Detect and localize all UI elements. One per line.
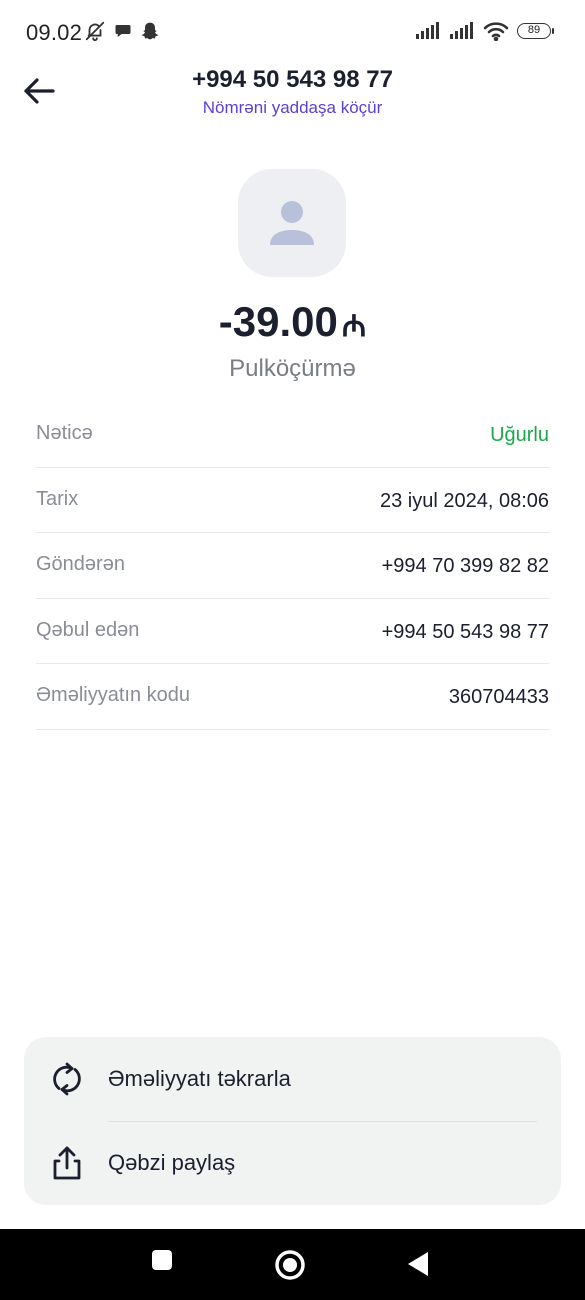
- contact-phone-title: +994 50 543 98 77: [192, 66, 393, 93]
- detail-label: Tarix: [36, 487, 79, 510]
- transaction-details: Nəticə Uğurlu Tarix 23 iyul 2024, 08:06 …: [36, 402, 549, 730]
- repeat-icon: [53, 1062, 81, 1096]
- detail-row-sender: Göndərən +994 70 399 82 82: [36, 533, 549, 599]
- recent-apps-button[interactable]: [151, 1249, 173, 1276]
- detail-label: Nəticə: [36, 422, 93, 444]
- detail-label: Əməliyyatın kodu: [36, 684, 191, 706]
- bell-off-icon: [85, 21, 105, 42]
- signal-icon: [416, 22, 439, 39]
- header: +994 50 543 98 77 Nömrəni yaddaşa köçür: [0, 64, 585, 134]
- user-icon: [270, 201, 314, 245]
- triangle-back-icon: [408, 1252, 428, 1276]
- home-circle-icon: [275, 1250, 305, 1280]
- actions-panel: Əməliyyatı təkrarla Qəbzi paylaş: [24, 1037, 561, 1205]
- detail-row-transaction-code: Əməliyyatın kodu 360704433: [36, 664, 549, 730]
- status-system-icons: 89: [415, 21, 554, 41]
- share-receipt-label: Qəbzi paylaş: [108, 1150, 236, 1175]
- detail-value: 360704433: [448, 686, 549, 708]
- wifi-icon: [483, 22, 509, 41]
- detail-label: Qəbul edən: [36, 618, 140, 641]
- detail-row-recipient: Qəbul edən +994 50 543 98 77: [36, 599, 549, 664]
- detail-value: +994 70 399 82 82: [381, 555, 549, 577]
- status-value: Uğurlu: [490, 424, 549, 446]
- detail-value: 23 iyul 2024, 08:06: [379, 489, 549, 512]
- transaction-amount: -39.00 ₼: [0, 298, 585, 346]
- system-navigation-bar: [0, 1229, 585, 1300]
- copy-number-link[interactable]: Nömrəni yaddaşa köçür: [0, 98, 585, 118]
- chat-bubble-icon: [115, 25, 131, 37]
- back-nav-button[interactable]: [406, 1251, 430, 1282]
- detail-row-date: Tarix 23 iyul 2024, 08:06: [36, 468, 549, 533]
- share-icon: [53, 1146, 81, 1180]
- home-button[interactable]: [274, 1249, 306, 1286]
- status-bar: 09.02 89: [0, 0, 585, 64]
- repeat-transaction-label: Əməliyyatı təkrarla: [108, 1066, 291, 1091]
- snapchat-ghost-icon: [141, 22, 159, 40]
- detail-row-result: Nəticə Uğurlu: [36, 402, 549, 468]
- share-receipt-button[interactable]: Qəbzi paylaş: [24, 1121, 561, 1205]
- battery-icon: 89: [517, 23, 554, 39]
- detail-value: +994 50 543 98 77: [381, 620, 549, 643]
- status-notification-icons: [84, 20, 160, 42]
- transaction-type: Pulköçürmə: [229, 355, 356, 382]
- repeat-transaction-button[interactable]: Əməliyyatı təkrarla: [24, 1037, 561, 1121]
- avatar: [238, 169, 346, 277]
- status-time: 09.02: [26, 20, 83, 45]
- signal-icon: [450, 22, 473, 39]
- currency-symbol: ₼: [341, 310, 367, 343]
- square-icon: [152, 1250, 172, 1270]
- detail-label: Göndərən: [36, 553, 125, 575]
- amount-value: -39.00: [218, 298, 338, 345]
